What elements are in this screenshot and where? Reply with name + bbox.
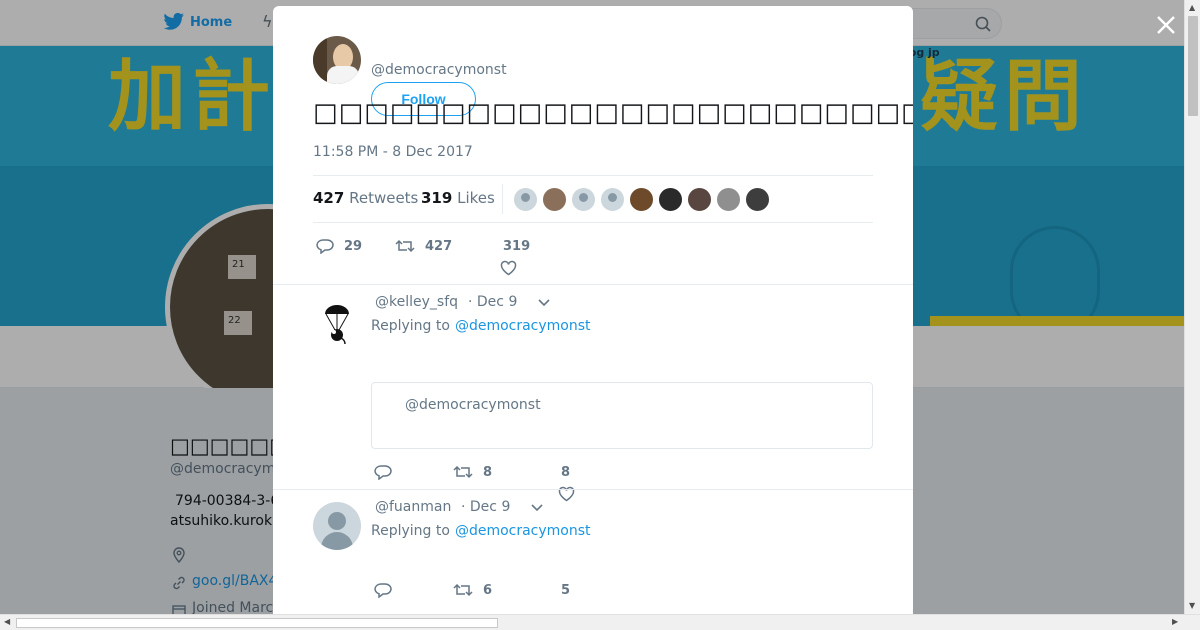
scroll-right-arrow-icon[interactable]: ▶ [1172, 617, 1178, 626]
reply-count: 29 [344, 238, 363, 254]
liker-avatar[interactable] [716, 187, 741, 212]
liker-avatar[interactable] [658, 187, 683, 212]
retweets-count: 427 [313, 189, 345, 207]
reply-actions: 8 8 [371, 460, 771, 502]
likes-stat[interactable]: 319 Likes [421, 189, 495, 207]
reply-avatar-default[interactable] [313, 502, 361, 550]
tweet-timestamp[interactable]: 11:58 PM - 8 Dec 2017 [313, 144, 473, 160]
avatar-shirt [327, 66, 359, 84]
heart-icon[interactable] [500, 260, 517, 276]
vertical-scrollbar[interactable]: ▲ ▼ [1184, 0, 1200, 614]
reply-date[interactable]: · Dec 9 [468, 294, 517, 310]
replying-to: Replying to @democracymonst [371, 523, 591, 539]
retweet-icon [395, 239, 415, 253]
reply-item: @kelley_sfq · Dec 9 Replying to @democrac… [273, 284, 913, 502]
liker-avatar[interactable] [687, 187, 712, 212]
reply-item: @fuanman · Dec 9 Replying to @democracymo… [273, 489, 913, 618]
scroll-up-arrow-icon[interactable]: ▲ [1189, 3, 1195, 12]
scroll-left-arrow-icon[interactable]: ◀ [4, 617, 10, 626]
like-count: 5 [561, 582, 571, 598]
like-action[interactable]: 319 [503, 234, 530, 258]
likes-count: 319 [421, 189, 453, 207]
avatar-background [313, 36, 327, 84]
retweet-action[interactable]: 8 [453, 460, 492, 484]
horizontal-scrollbar-thumb[interactable] [16, 618, 498, 628]
replying-to-label: Replying to [371, 318, 450, 334]
quoted-tweet[interactable]: @democracymonst [371, 382, 873, 449]
reply-actions: 6 5 [371, 578, 771, 608]
horizontal-scrollbar[interactable]: ◀ ▶ [0, 614, 1200, 630]
chevron-down-icon[interactable] [538, 299, 550, 307]
retweet-count: 8 [483, 464, 493, 480]
quoted-tweet-text: @democracymonst [405, 397, 541, 413]
retweet-count: 427 [425, 238, 453, 254]
liker-avatar[interactable] [629, 187, 654, 212]
chevron-down-icon[interactable] [531, 504, 543, 512]
default-avatar-head [328, 512, 346, 530]
reply-date[interactable]: · Dec 9 [461, 499, 510, 515]
stats-divider [502, 184, 503, 214]
liker-avatar[interactable] [600, 187, 625, 212]
reply-handle[interactable]: @kelley_sfq [375, 294, 458, 310]
replying-to-link[interactable]: @democracymonst [455, 318, 591, 334]
retweet-count: 6 [483, 582, 493, 598]
reply-handle[interactable]: @fuanman [375, 499, 451, 515]
likes-label: Likes [457, 189, 495, 207]
scroll-down-arrow-icon[interactable]: ▼ [1189, 601, 1195, 610]
retweet-icon [453, 465, 473, 479]
reply-action[interactable]: 29 [316, 234, 362, 258]
reply-icon [374, 465, 392, 480]
retweet-action[interactable]: 6 [453, 578, 492, 602]
like-count: 319 [503, 238, 531, 254]
tweet-author-avatar[interactable] [313, 36, 361, 84]
reply-avatar-parachute[interactable] [313, 300, 361, 348]
retweet-icon [453, 583, 473, 597]
retweets-stat[interactable]: 427 Retweets [313, 189, 418, 207]
vertical-scrollbar-thumb[interactable] [1188, 16, 1198, 116]
close-icon[interactable] [1153, 12, 1179, 38]
like-count: 8 [561, 464, 571, 480]
tweet-text: □□□□□□□□□□□□□□□□□□□□□□□□□□□□□□□□□□□□□□□□… [313, 98, 913, 128]
tweet-stats: 427 Retweets 319 Likes [313, 175, 873, 223]
replying-to-label: Replying to [371, 523, 450, 539]
replying-to-link[interactable]: @democracymonst [455, 523, 591, 539]
tweet-modal: @democracymonst Follow □□□□□□□□□□□□□□□□□… [273, 6, 913, 618]
retweets-label: Retweets [349, 189, 419, 207]
retweet-action[interactable]: 427 [395, 234, 452, 258]
liker-avatar[interactable] [571, 187, 596, 212]
like-action[interactable]: 8 [561, 460, 570, 484]
liker-avatar[interactable] [745, 187, 770, 212]
reply-action[interactable] [374, 460, 392, 484]
default-avatar-body [321, 532, 353, 550]
tweet-author-handle[interactable]: @democracymonst [371, 62, 507, 78]
liker-avatar[interactable] [513, 187, 538, 212]
like-action[interactable]: 5 [561, 578, 570, 602]
reply-icon [316, 239, 334, 254]
reply-icon [374, 583, 392, 598]
reply-action[interactable] [374, 578, 392, 602]
liker-avatar[interactable] [542, 187, 567, 212]
tweet-actions: 29 427 319 [313, 234, 873, 284]
replying-to: Replying to @democracymonst [371, 318, 591, 334]
